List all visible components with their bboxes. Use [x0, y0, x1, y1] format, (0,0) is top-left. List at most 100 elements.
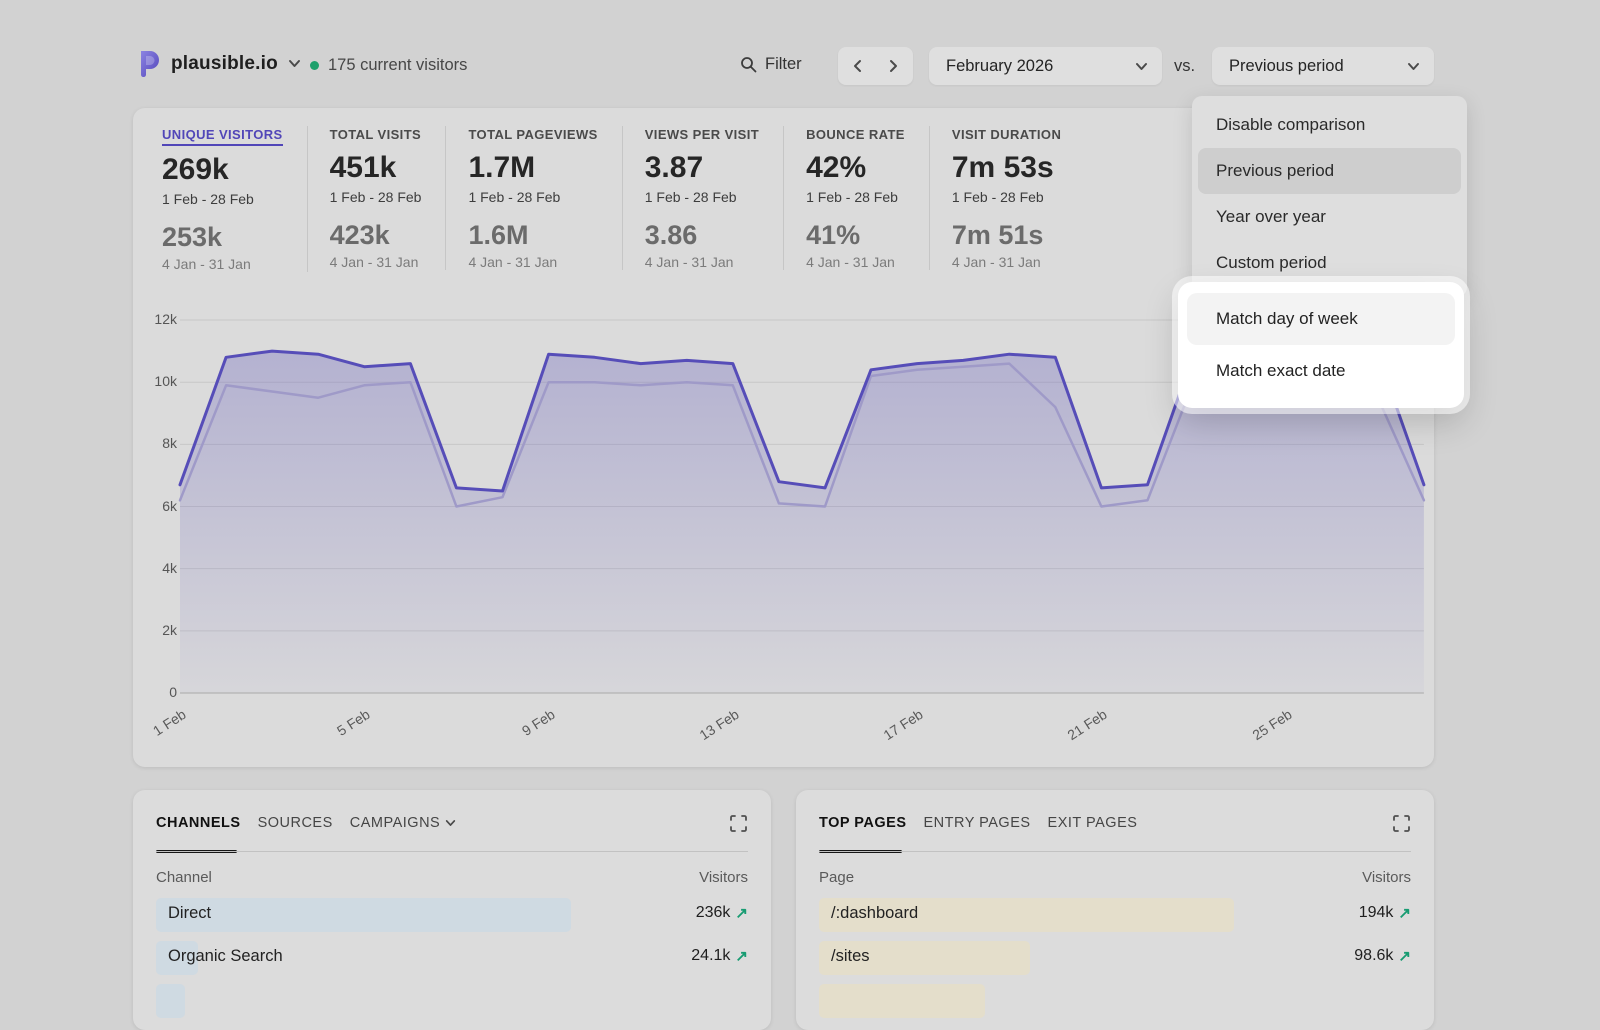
channel-name[interactable]: Organic Search	[168, 947, 283, 966]
current-visitors-label: 175 current visitors	[328, 56, 467, 75]
stat-label: VISIT DURATION	[952, 127, 1061, 144]
y-tick-label: 6k	[133, 498, 177, 514]
stat-period: 1 Feb - 28 Feb	[468, 189, 597, 205]
chevron-down-icon	[445, 819, 456, 827]
trend-up-arrow-icon: ↗	[735, 947, 748, 965]
comparison-select[interactable]: Previous period	[1212, 47, 1434, 85]
column-visitors: Visitors	[1362, 869, 1411, 886]
popup-item-match-day-of-week[interactable]: Match day of week	[1187, 293, 1455, 345]
live-dot-icon	[310, 61, 319, 70]
tab-channels[interactable]: CHANNELS	[156, 815, 241, 831]
x-tick-label: 13 Feb	[679, 706, 741, 754]
stat-prev-period: 4 Jan - 31 Jan	[952, 254, 1061, 270]
channel-name[interactable]: Direct	[168, 904, 211, 923]
comparison-label: Previous period	[1229, 57, 1344, 76]
y-tick-label: 10k	[133, 373, 177, 389]
channel-visitors: 24.1k ↗	[691, 947, 748, 965]
stat-total-visits[interactable]: TOTAL VISITS 451k 1 Feb - 28 Feb 423k 4 …	[330, 126, 447, 270]
stat-prev-period: 4 Jan - 31 Jan	[806, 254, 905, 270]
menu-item-previous-period[interactable]: Previous period	[1198, 148, 1461, 194]
channel-row-partial	[156, 980, 748, 1023]
channel-bar	[156, 984, 185, 1018]
page-row-sites[interactable]: /sites 98.6k ↗	[819, 937, 1411, 980]
chevron-down-icon	[288, 59, 301, 68]
tab-top-pages[interactable]: TOP PAGES	[819, 815, 907, 831]
stat-value: 3.87	[645, 152, 759, 184]
expand-panel-icon[interactable]	[1392, 814, 1411, 838]
trend-up-arrow-icon: ↗	[1398, 904, 1411, 922]
site-switcher[interactable]: plausible.io	[137, 50, 301, 77]
filter-label: Filter	[765, 55, 802, 74]
page-row-dashboard[interactable]: /:dashboard 194k ↗	[819, 894, 1411, 937]
x-tick-label: 5 Feb	[311, 706, 373, 754]
chevron-down-icon	[1407, 62, 1420, 71]
stat-prev-period: 4 Jan - 31 Jan	[645, 254, 759, 270]
visitors-count: 194k	[1359, 904, 1394, 922]
stat-prev-period: 4 Jan - 31 Jan	[330, 254, 422, 270]
menu-item-year-over-year[interactable]: Year over year	[1198, 194, 1461, 240]
page-visitors: 194k ↗	[1359, 904, 1411, 922]
tab-exit-pages[interactable]: EXIT PAGES	[1048, 815, 1138, 831]
chevron-down-icon	[1135, 62, 1148, 71]
tab-campaigns[interactable]: CAMPAIGNS	[350, 815, 456, 831]
stat-visit-duration[interactable]: VISIT DURATION 7m 53s 1 Feb - 28 Feb 7m …	[952, 126, 1085, 270]
x-tick-label: 9 Feb	[495, 706, 557, 754]
site-name: plausible.io	[171, 53, 278, 75]
tab-sources[interactable]: SOURCES	[258, 815, 333, 831]
page-bar	[819, 984, 985, 1018]
stat-prev-value: 253k	[162, 223, 283, 251]
page-name[interactable]: /:dashboard	[831, 904, 918, 923]
column-page: Page	[819, 869, 854, 886]
channel-row-direct[interactable]: Direct 236k ↗	[156, 894, 748, 937]
date-range-select[interactable]: February 2026	[929, 47, 1162, 85]
expand-panel-icon[interactable]	[729, 814, 748, 838]
stat-unique-visitors[interactable]: UNIQUE VISITORS 269k 1 Feb - 28 Feb 253k…	[162, 126, 308, 272]
trend-up-arrow-icon: ↗	[735, 904, 748, 922]
visitors-count: 24.1k	[691, 947, 730, 965]
y-tick-label: 12k	[133, 311, 177, 327]
page-visitors: 98.6k ↗	[1354, 947, 1411, 965]
y-tick-label: 4k	[133, 560, 177, 576]
stat-total-pageviews[interactable]: TOTAL PAGEVIEWS 1.7M 1 Feb - 28 Feb 1.6M…	[468, 126, 622, 270]
stat-label: BOUNCE RATE	[806, 127, 905, 144]
visitors-count: 236k	[696, 904, 731, 922]
visitors-count: 98.6k	[1354, 947, 1393, 965]
match-mode-popup: Match day of week Match exact date	[1178, 282, 1464, 408]
current-visitors[interactable]: 175 current visitors	[310, 56, 467, 75]
search-icon	[740, 56, 757, 73]
column-channel: Channel	[156, 869, 212, 886]
channel-row-organic-search[interactable]: Organic Search 24.1k ↗	[156, 937, 748, 980]
menu-item-disable-comparison[interactable]: Disable comparison	[1198, 102, 1461, 148]
stat-views-per-visit[interactable]: VIEWS PER VISIT 3.87 1 Feb - 28 Feb 3.86…	[645, 126, 784, 270]
page-name[interactable]: /sites	[831, 947, 870, 966]
tab-entry-pages[interactable]: ENTRY PAGES	[924, 815, 1031, 831]
stat-period: 1 Feb - 28 Feb	[162, 191, 283, 207]
stat-label: VIEWS PER VISIT	[645, 127, 759, 144]
stat-period: 1 Feb - 28 Feb	[952, 189, 1061, 205]
page-row-partial	[819, 980, 1411, 1023]
period-nav-group	[838, 47, 913, 85]
next-period-arrow-button[interactable]	[885, 55, 903, 77]
menu-item-custom-period[interactable]: Custom period	[1198, 240, 1461, 286]
stat-prev-value: 7m 51s	[952, 221, 1061, 249]
stat-label: UNIQUE VISITORS	[162, 127, 283, 146]
stat-value: 1.7M	[468, 152, 597, 184]
stat-value: 42%	[806, 152, 905, 184]
y-tick-label: 0	[133, 684, 177, 700]
channels-panel: CHANNELS SOURCES CAMPAIGNS Channel Visit…	[133, 790, 771, 1030]
previous-period-arrow-button[interactable]	[848, 55, 866, 77]
stat-prev-value: 423k	[330, 221, 422, 249]
tabs-divider	[819, 851, 1411, 852]
stat-period: 1 Feb - 28 Feb	[806, 189, 905, 205]
popup-item-match-exact-date[interactable]: Match exact date	[1187, 345, 1455, 397]
pages-column-headers: Page Visitors	[819, 869, 1411, 886]
x-tick-label: 17 Feb	[863, 706, 925, 754]
trend-up-arrow-icon: ↗	[1398, 947, 1411, 965]
stat-bounce-rate[interactable]: BOUNCE RATE 42% 1 Feb - 28 Feb 41% 4 Jan…	[806, 126, 930, 270]
stat-value: 451k	[330, 152, 422, 184]
y-tick-label: 2k	[133, 622, 177, 638]
channel-visitors: 236k ↗	[696, 904, 748, 922]
stat-prev-value: 3.86	[645, 221, 759, 249]
filter-button[interactable]: Filter	[740, 55, 802, 74]
tabs-divider	[156, 851, 748, 852]
